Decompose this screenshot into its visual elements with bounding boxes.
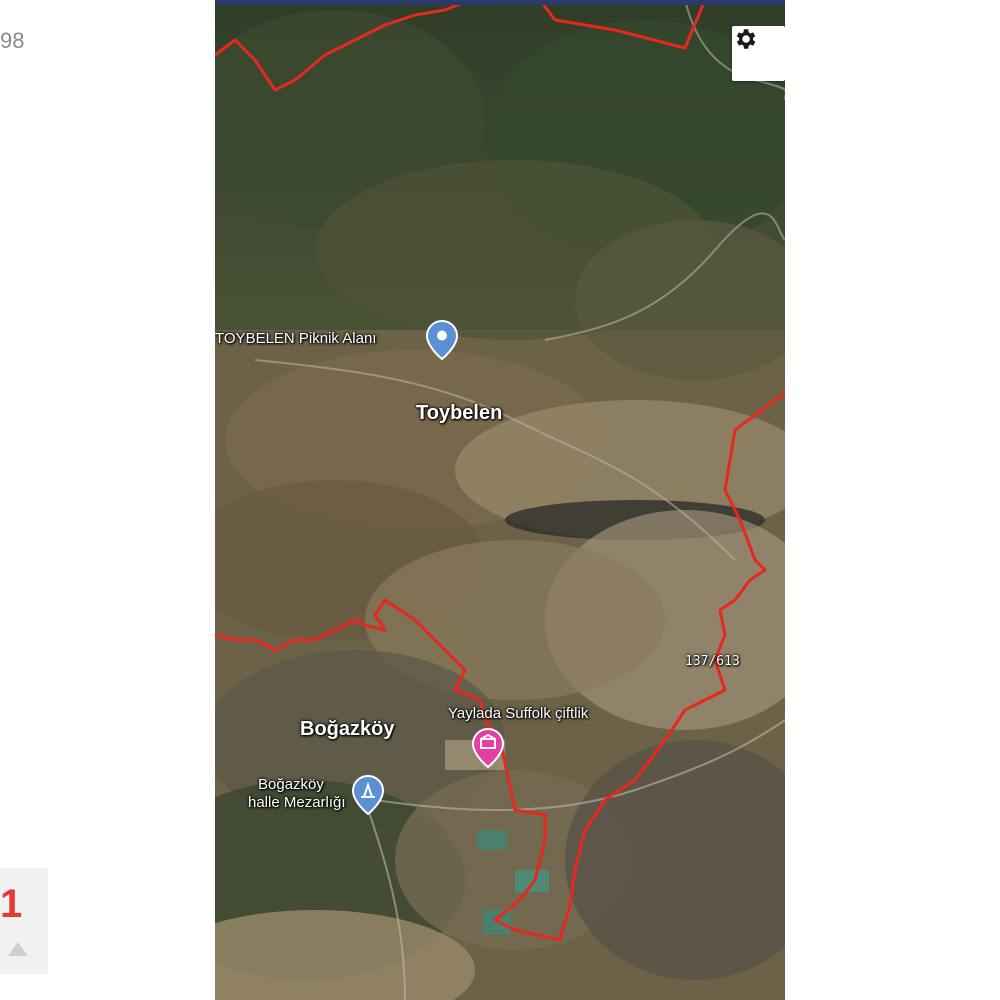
village-label-bogazkoy: Boğazköy [300, 718, 395, 740]
picnic-area-label: TOYBELEN Piknik Alanı [215, 330, 377, 347]
farm-label: Yaylada Suffolk çiftlik [448, 705, 589, 722]
thumbnail-mark: 1 [0, 882, 23, 926]
cemetery-label-line2: halle Mezarlığı [248, 794, 346, 811]
map-view[interactable]: TOYBELEN Piknik Alanı Toybelen Yaylada S… [215, 0, 785, 1000]
town-label-toybelen: Toybelen [416, 402, 503, 424]
gear-icon [736, 29, 756, 49]
thumbnail-fragment[interactable]: 1 [0, 868, 48, 974]
cemetery-label-line1: Boğazköy [258, 776, 324, 793]
satellite-imagery [215, 0, 785, 1000]
top-status-strip [215, 0, 785, 5]
left-margin-text: 98 [0, 28, 25, 53]
settings-button[interactable] [732, 26, 785, 81]
parcel-number-label: 137/613 [685, 654, 740, 669]
triangle-icon [8, 942, 28, 956]
